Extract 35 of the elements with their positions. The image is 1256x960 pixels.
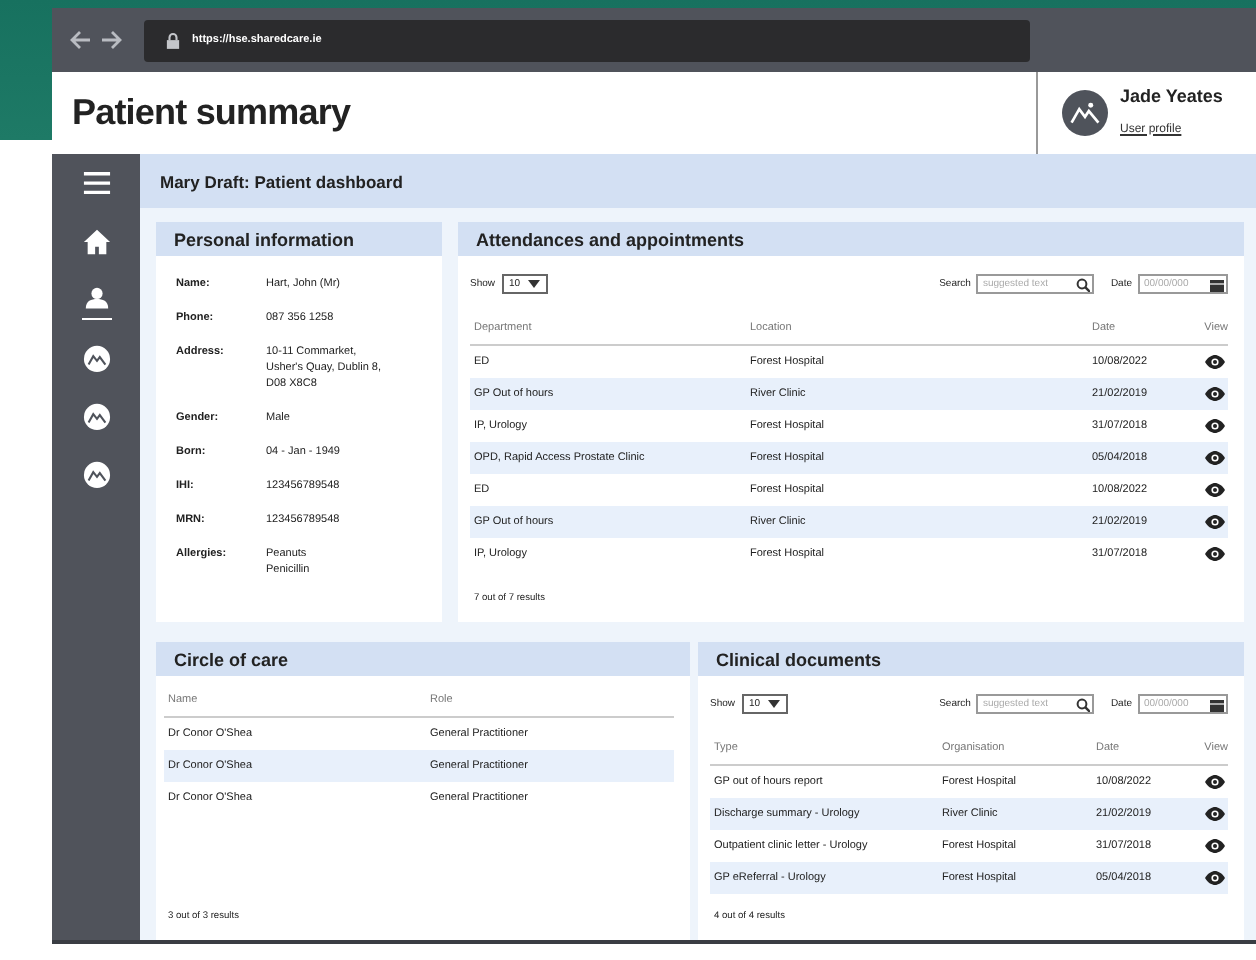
person-icon xyxy=(81,286,111,314)
page-title: Patient summary xyxy=(70,90,353,136)
home-icon xyxy=(81,228,111,256)
nav-item[interactable] xyxy=(81,402,111,436)
panel-title: Attendances and appointments xyxy=(476,229,745,249)
eye-icon[interactable] xyxy=(1204,838,1226,854)
panel-title: Circle of care xyxy=(174,649,289,669)
eye-icon[interactable] xyxy=(1204,514,1226,530)
eye-icon[interactable] xyxy=(1204,806,1226,822)
eye-icon[interactable] xyxy=(1204,418,1226,434)
dashboard-title: Mary Draft: Patient dashboard xyxy=(160,171,403,191)
lock-icon xyxy=(166,31,180,49)
nav-item[interactable] xyxy=(81,460,111,494)
menu-icon xyxy=(81,170,111,198)
eye-icon[interactable] xyxy=(1204,482,1226,498)
eye-icon[interactable] xyxy=(1204,354,1226,370)
search-icon xyxy=(1076,277,1091,291)
search-icon xyxy=(1076,697,1091,711)
back-forward-arrows-icon[interactable] xyxy=(68,28,124,52)
eye-icon[interactable] xyxy=(1204,870,1226,886)
avatar-icon[interactable] xyxy=(1062,90,1108,136)
eye-icon[interactable] xyxy=(1204,450,1226,466)
avatar-icon xyxy=(81,460,111,488)
caret-icon xyxy=(768,700,781,708)
panel-title: Clinical documents xyxy=(716,649,882,669)
panel-title: Personal information xyxy=(174,229,355,249)
avatar-icon xyxy=(81,344,111,372)
eye-icon[interactable] xyxy=(1204,774,1226,790)
eye-icon[interactable] xyxy=(1204,386,1226,402)
caret-icon xyxy=(528,280,541,288)
user-name: Jade Yeates xyxy=(1120,85,1223,105)
eye-icon[interactable] xyxy=(1204,546,1226,562)
nav-item[interactable] xyxy=(81,286,111,320)
avatar-icon xyxy=(81,402,111,430)
nav-item[interactable] xyxy=(81,344,111,378)
